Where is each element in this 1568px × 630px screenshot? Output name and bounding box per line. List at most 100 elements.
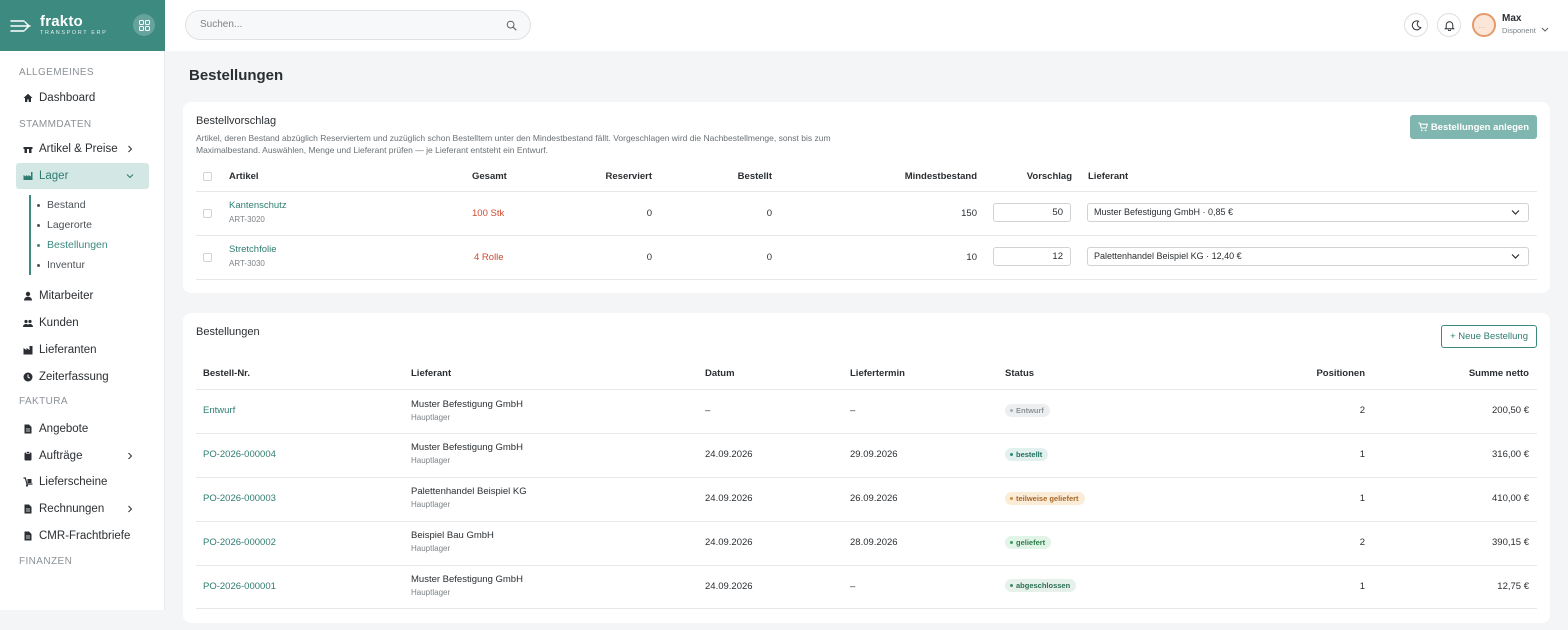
row-checkbox[interactable]	[203, 253, 212, 262]
order-number-link[interactable]: PO-2026-000004	[203, 449, 276, 460]
order-number-link[interactable]: Entwurf	[203, 405, 235, 416]
submenu-item-lagerorte[interactable]: Lagerorte	[31, 215, 149, 235]
select-all-checkbox[interactable]	[203, 172, 212, 181]
user-role: Disponent	[1502, 26, 1536, 35]
section-faktura: FAKTURA	[19, 396, 68, 407]
status-badge: geliefert	[1005, 536, 1052, 549]
dolly-icon	[23, 477, 33, 487]
avatar[interactable]: ...	[1472, 13, 1496, 37]
sidebar-item-dashboard[interactable]: Dashboard	[16, 85, 149, 111]
suggestion-title: Bestellvorschlag	[196, 115, 277, 127]
suggested-quantity-input[interactable]: 12	[993, 247, 1071, 266]
lager-submenu: Bestand Lagerorte Bestellungen Inventur	[29, 195, 149, 275]
avatar-initials: ...	[1479, 24, 1486, 30]
sidebar-item-lieferanten[interactable]: Lieferanten	[16, 337, 149, 363]
supplier-select[interactable]: Muster Befestigung GmbH · 0,85 €	[1087, 203, 1529, 222]
article-name-link[interactable]: Kantenschutz	[229, 200, 287, 211]
sidebar-item-label: Mitarbeiter	[39, 290, 94, 302]
cart-icon	[1418, 122, 1428, 132]
new-order-button[interactable]: + Neue Bestellung	[1441, 325, 1537, 348]
sidebar-item-label: CMR-Frachtbriefe	[39, 530, 131, 542]
moon-icon	[1411, 19, 1422, 30]
section-stammdaten: STAMMDATEN	[19, 119, 92, 130]
create-orders-button[interactable]: Bestellungen anlegen	[1409, 115, 1537, 139]
bullet-icon	[37, 223, 40, 227]
supplier-selected: Palettenhandel Beispiel KG · 12,40 €	[1094, 251, 1242, 261]
sidebar-item-lager[interactable]: Lager	[16, 163, 149, 189]
order-positions: 1	[1359, 493, 1365, 504]
sidebar-item-label: Lieferanten	[39, 344, 97, 356]
sidebar-item-kunden[interactable]: Kunden	[16, 310, 149, 336]
chevron-down-icon[interactable]	[1541, 27, 1549, 33]
order-warehouse: Hauptlager	[411, 500, 451, 509]
status-dot-icon	[1010, 541, 1013, 544]
search-icon[interactable]	[506, 20, 517, 31]
sidebar-item-rechnungen[interactable]: Rechnungen	[16, 496, 149, 522]
column-header-mindestbestand: Mindestbestand	[904, 171, 977, 182]
order-total: 200,50 €	[1492, 405, 1529, 416]
supplier-select[interactable]: Palettenhandel Beispiel KG · 12,40 €	[1087, 247, 1529, 266]
article-name-link[interactable]: Stretchfolie	[229, 244, 277, 255]
sidebar-item-label: Zeiterfassung	[39, 371, 109, 383]
apps-grid-icon[interactable]	[133, 14, 155, 36]
table-divider	[196, 191, 1537, 192]
sidebar-item-artikel[interactable]: Artikel & Preise	[16, 136, 149, 162]
order-date: 24.09.2026	[705, 493, 753, 504]
sidebar-item-auftraege[interactable]: Aufträge	[16, 443, 149, 469]
table-divider	[196, 521, 1537, 522]
status-dot-icon	[1010, 409, 1013, 412]
submenu-label: Bestellungen	[47, 239, 108, 251]
chevron-right-icon	[128, 452, 133, 460]
table-divider	[196, 565, 1537, 566]
suggested-quantity-input[interactable]: 50	[993, 203, 1071, 222]
brand-logo[interactable]: frakto TRANSPORT ERP	[40, 14, 107, 37]
status-badge: abgeschlossen	[1005, 579, 1077, 592]
order-delivery-date: 28.09.2026	[850, 537, 898, 548]
users-icon	[23, 319, 33, 327]
menu-toggle-icon[interactable]	[10, 19, 32, 33]
section-finanzen: FINANZEN	[19, 556, 73, 567]
total-stock: 4 Rolle	[474, 252, 504, 263]
sidebar-item-cmr[interactable]: CMR-Frachtbriefe	[16, 523, 149, 549]
bullet-icon	[37, 243, 40, 247]
search-input[interactable]	[200, 19, 490, 30]
order-warehouse: Hauptlager	[411, 456, 451, 465]
order-delivery-date: 29.09.2026	[850, 449, 898, 460]
order-date: 24.09.2026	[705, 537, 753, 548]
ordered-value: 0	[766, 252, 772, 263]
suggestion-description: Artikel, deren Bestand abzüglich Reservi…	[196, 133, 831, 155]
order-number-link[interactable]: PO-2026-000001	[203, 581, 276, 592]
supplier-selected: Muster Befestigung GmbH · 0,85 €	[1094, 207, 1234, 217]
page-title: Bestellungen	[189, 67, 284, 84]
column-header-reserviert: Reserviert	[605, 171, 652, 182]
sidebar: ALLGEMEINES Dashboard STAMMDATEN Artikel…	[0, 51, 165, 610]
chevron-right-icon	[128, 505, 133, 513]
person-icon	[24, 291, 32, 301]
sidebar-item-label: Artikel & Preise	[39, 143, 118, 155]
dark-mode-button[interactable]	[1404, 13, 1428, 37]
order-warehouse: Hauptlager	[411, 588, 451, 597]
document-icon	[24, 424, 32, 434]
home-icon	[23, 93, 33, 102]
notifications-button[interactable]	[1437, 13, 1461, 37]
factory-icon	[23, 346, 33, 355]
submenu-item-bestand[interactable]: Bestand	[31, 195, 149, 215]
order-date: 24.09.2026	[705, 449, 753, 460]
sidebar-item-lieferscheine[interactable]: Lieferscheine	[16, 469, 149, 495]
top-bar: ... Max Disponent	[165, 0, 1568, 51]
order-supplier: Muster Befestigung GmbH	[411, 574, 523, 585]
sidebar-item-angebote[interactable]: Angebote	[16, 416, 149, 442]
submenu-item-bestellungen[interactable]: Bestellungen	[31, 235, 149, 255]
sidebar-item-zeiterfassung[interactable]: Zeiterfassung	[16, 364, 149, 390]
submenu-item-inventur[interactable]: Inventur	[31, 255, 149, 275]
sidebar-item-mitarbeiter[interactable]: Mitarbeiter	[16, 283, 149, 309]
sidebar-item-label: Lieferscheine	[39, 476, 108, 488]
order-number-link[interactable]: PO-2026-000002	[203, 537, 276, 548]
sidebar-item-label: Angebote	[39, 423, 89, 435]
warehouse-icon	[23, 172, 33, 180]
row-checkbox[interactable]	[203, 209, 212, 218]
column-header-bestellt: Bestellt	[737, 171, 772, 182]
search-box	[185, 10, 531, 40]
user-name[interactable]: Max	[1502, 13, 1521, 24]
order-number-link[interactable]: PO-2026-000003	[203, 493, 276, 504]
